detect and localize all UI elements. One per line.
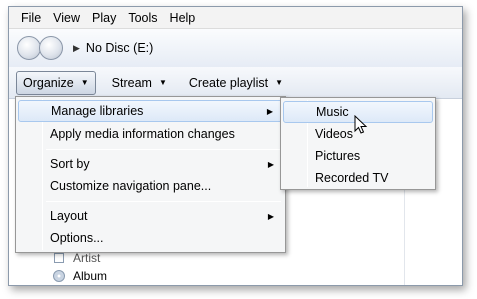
menu-item-label: Sort by	[50, 157, 90, 171]
submenu-item-label: Recorded TV	[315, 171, 389, 185]
chevron-down-icon: ▼	[275, 78, 283, 87]
menu-bar: File View Play Tools Help	[9, 7, 462, 29]
artist-label: Artist	[73, 251, 101, 265]
chevron-right-icon: ▶	[266, 106, 273, 116]
chevron-right-icon: ▶	[267, 159, 274, 169]
menu-item-label: Customize navigation pane...	[50, 179, 212, 193]
chevron-down-icon: ▼	[80, 78, 89, 87]
nav-item-album[interactable]: Album	[53, 269, 107, 283]
mouse-pointer-icon	[354, 115, 368, 134]
menu-item-sort-by[interactable]: Sort by ▶	[18, 153, 283, 175]
organize-label: Organize	[23, 75, 74, 90]
create-playlist-label: Create playlist	[188, 75, 269, 90]
menu-help[interactable]: Help	[164, 7, 202, 29]
forward-arrow-icon[interactable]	[39, 36, 63, 60]
menu-file[interactable]: File	[15, 7, 47, 29]
create-playlist-button[interactable]: Create playlist ▼	[183, 71, 289, 95]
submenu-item-label: Music	[316, 105, 349, 119]
menu-item-label: Layout	[50, 209, 88, 223]
chevron-right-icon: ▶	[267, 211, 274, 221]
menu-separator	[46, 201, 281, 202]
menu-item-apply-media-info[interactable]: Apply media information changes	[18, 123, 283, 145]
menu-item-label: Manage libraries	[51, 104, 144, 118]
menu-item-options[interactable]: Options...	[18, 227, 283, 249]
menu-tools[interactable]: Tools	[122, 7, 163, 29]
menu-item-layout[interactable]: Layout ▶	[18, 205, 283, 227]
submenu-item-label: Pictures	[315, 149, 361, 163]
menu-view[interactable]: View	[47, 7, 86, 29]
submenu-item-label: Videos	[315, 127, 353, 141]
album-label: Album	[73, 269, 108, 283]
submenu-item-pictures[interactable]: Pictures	[283, 145, 433, 167]
breadcrumb-location[interactable]: No Disc (E:)	[86, 41, 153, 55]
navigation-bar: ▶ No Disc (E:)	[9, 29, 462, 67]
chevron-down-icon: ▼	[158, 78, 167, 87]
menu-separator	[46, 149, 281, 150]
album-icon	[53, 270, 65, 282]
submenu-item-recorded-tv[interactable]: Recorded TV	[283, 167, 433, 189]
nav-item-artist[interactable]: Artist	[53, 251, 100, 265]
artist-icon	[54, 253, 64, 263]
organize-button[interactable]: Organize ▼	[16, 70, 96, 95]
toolbar: Organize ▼ Stream ▼ Create playlist ▼	[9, 67, 462, 99]
menu-item-label: Options...	[50, 231, 104, 245]
organize-menu: Manage libraries ▶ Apply media informati…	[15, 96, 286, 253]
stream-button[interactable]: Stream ▼	[106, 71, 173, 95]
manage-libraries-submenu: Music Videos Pictures Recorded TV	[280, 97, 436, 190]
back-arrow-icon[interactable]	[17, 36, 41, 60]
menu-item-label: Apply media information changes	[50, 127, 235, 141]
menu-item-manage-libraries[interactable]: Manage libraries ▶	[18, 100, 283, 122]
menu-play[interactable]: Play	[86, 7, 122, 29]
breadcrumb-arrow-icon[interactable]: ▶	[73, 43, 80, 54]
stream-label: Stream	[111, 75, 152, 90]
menu-item-customize-navigation[interactable]: Customize navigation pane...	[18, 175, 283, 197]
